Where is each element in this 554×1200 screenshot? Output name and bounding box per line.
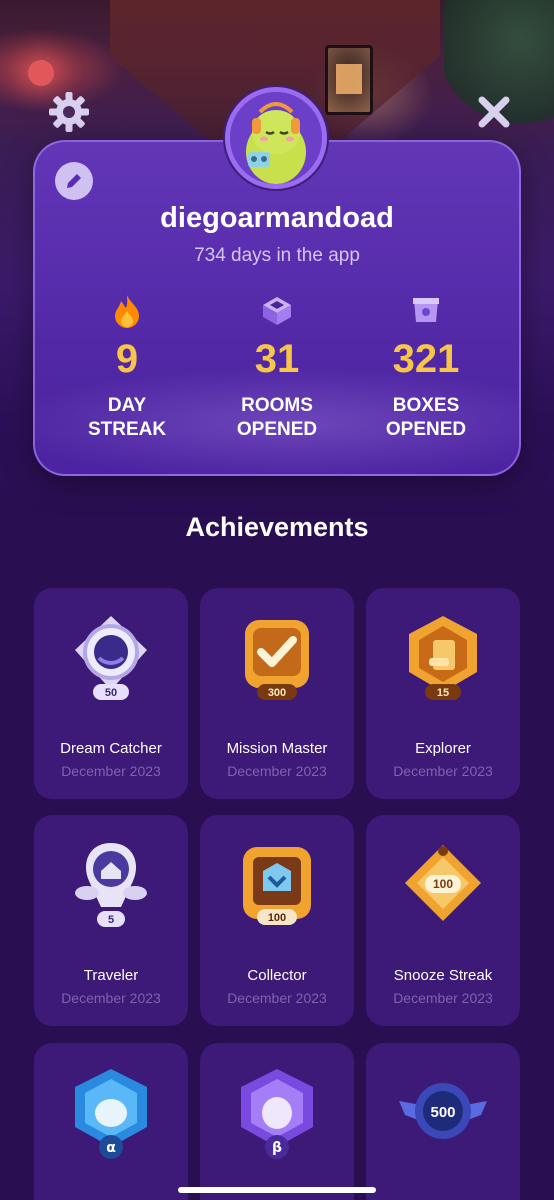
- close-button[interactable]: [470, 88, 518, 136]
- svg-text:5: 5: [108, 914, 114, 926]
- stat-label: BOXES OPENED: [385, 395, 467, 440]
- stat-value: 321: [392, 337, 460, 381]
- achievement-date: December 2023: [227, 990, 327, 1006]
- achievement-card-dream-catcher[interactable]: 50 Dream Catcher December 2023: [34, 588, 188, 799]
- gear-icon: [49, 92, 89, 132]
- svg-text:α: α: [106, 1140, 116, 1156]
- background-lantern: [325, 45, 373, 115]
- achievement-date: December 2023: [393, 763, 493, 779]
- winged-500-badge-icon: 500: [399, 1083, 487, 1139]
- fire-icon: [115, 295, 139, 328]
- collector-badge-icon: 100: [243, 847, 311, 925]
- achievement-card-snooze-streak[interactable]: 100 Snooze Streak December 2023: [366, 815, 520, 1026]
- achievement-card-explorer[interactable]: 15 Explorer December 2023: [366, 588, 520, 799]
- achievement-date: December 2023: [61, 763, 161, 779]
- snooze-streak-badge-icon: 100: [405, 845, 481, 921]
- achievement-card-traveler[interactable]: 5 Traveler December 2023: [34, 815, 188, 1026]
- achievement-card-mission-master[interactable]: 300 Mission Master December 2023: [200, 588, 354, 799]
- open-box-icon: [263, 297, 291, 325]
- achievement-date: December 2023: [61, 990, 161, 1006]
- svg-text:100: 100: [268, 912, 286, 924]
- close-icon: [478, 96, 510, 128]
- username: diegoarmandoad: [160, 202, 394, 234]
- stat-label: DAY STREAK: [87, 395, 167, 440]
- achievement-date: December 2023: [393, 990, 493, 1006]
- achievement-name: Dream Catcher: [60, 740, 162, 757]
- svg-text:300: 300: [268, 687, 286, 699]
- achievement-name: Collector: [247, 967, 307, 984]
- stat-value: 9: [115, 337, 139, 381]
- stat-rooms-opened: 31 ROOMS OPENED: [202, 292, 352, 442]
- achievement-card-500[interactable]: 500: [366, 1043, 520, 1200]
- alpha-badge-icon: α: [75, 1069, 147, 1159]
- home-indicator[interactable]: [178, 1187, 376, 1193]
- svg-text:β: β: [272, 1140, 282, 1156]
- settings-button[interactable]: [45, 88, 93, 136]
- mission-master-badge-icon: 300: [245, 620, 309, 700]
- box-icon: [413, 298, 439, 322]
- stat-day-streak: 9 DAY STREAK: [52, 292, 202, 442]
- profile-card: diegoarmandoad 734 days in the app 9 DAY…: [33, 140, 521, 476]
- achievement-name: Mission Master: [226, 740, 328, 757]
- achievement-name: Snooze Streak: [393, 967, 493, 984]
- beta-badge-icon: β: [241, 1069, 313, 1159]
- days-in-app: 734 days in the app: [194, 245, 360, 266]
- achievement-name: Traveler: [83, 967, 139, 984]
- achievement-name: Explorer: [415, 740, 471, 757]
- svg-text:15: 15: [437, 687, 449, 699]
- stat-label: ROOMS OPENED: [236, 395, 318, 440]
- stat-boxes-opened: 321 BOXES OPENED: [351, 292, 501, 442]
- edit-profile-button[interactable]: [55, 162, 93, 200]
- background-lamp: [28, 60, 54, 86]
- frog-avatar-icon: [230, 92, 322, 184]
- traveler-badge-icon: 5: [75, 843, 147, 927]
- achievement-card-beta[interactable]: β: [200, 1043, 354, 1200]
- stat-value: 31: [254, 337, 300, 381]
- avatar[interactable]: [225, 87, 327, 189]
- svg-text:50: 50: [105, 687, 117, 699]
- dream-catcher-badge-icon: 50: [75, 616, 147, 700]
- pencil-icon: [67, 174, 81, 188]
- achievements-title: Achievements: [185, 512, 369, 542]
- svg-text:500: 500: [430, 1104, 455, 1121]
- achievement-card-collector[interactable]: 100 Collector December 2023: [200, 815, 354, 1026]
- achievement-card-alpha[interactable]: α: [34, 1043, 188, 1200]
- achievement-date: December 2023: [227, 763, 327, 779]
- explorer-badge-icon: 15: [409, 616, 477, 700]
- svg-text:100: 100: [433, 877, 453, 891]
